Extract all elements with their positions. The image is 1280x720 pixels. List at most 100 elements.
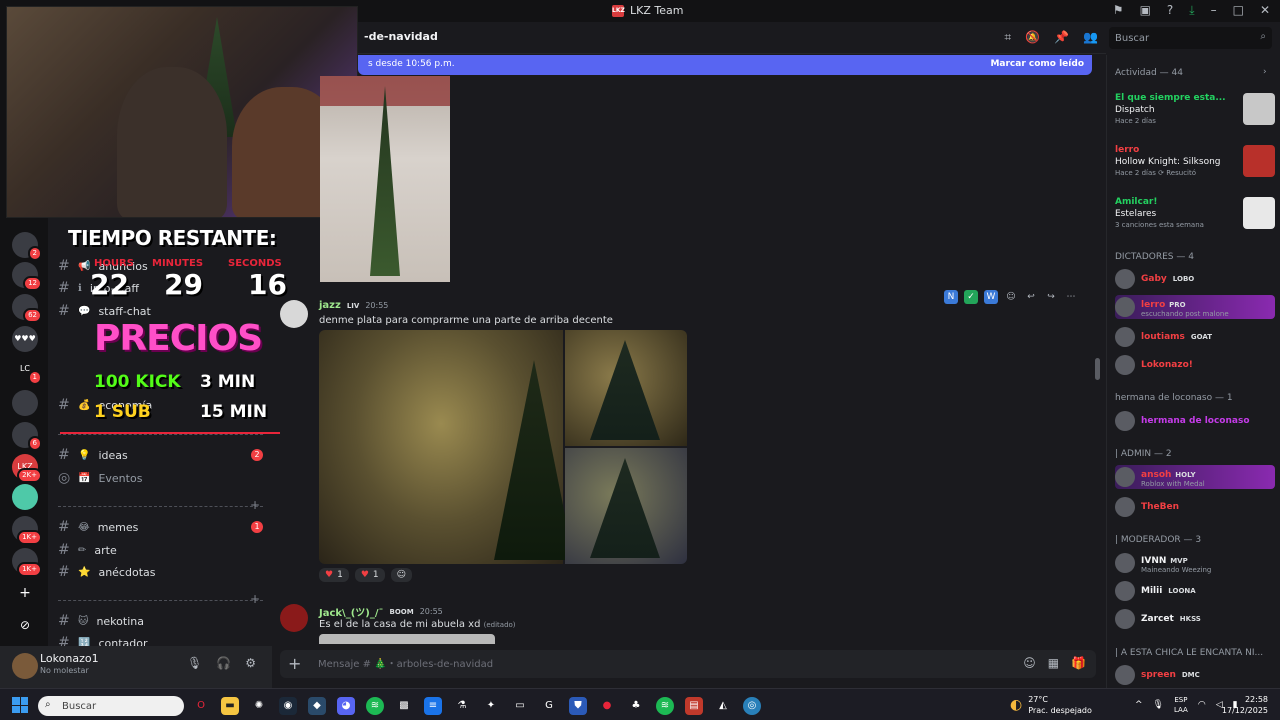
server-icon[interactable] [12, 484, 38, 510]
minimize-icon[interactable]: – [1211, 3, 1217, 18]
members-icon[interactable]: 👥 [1083, 30, 1098, 45]
scrollbar[interactable] [1095, 358, 1100, 380]
app-icon[interactable]: G [540, 697, 558, 715]
opera-icon[interactable]: O [192, 697, 210, 715]
forward-icon[interactable]: ↪ [1044, 290, 1058, 304]
close-icon[interactable]: ✕ [1260, 3, 1270, 18]
channel-item[interactable]: # ℹ info-staff [58, 280, 263, 296]
maximize-icon[interactable]: □ [1233, 3, 1244, 18]
spotify-icon[interactable]: ≋ [366, 697, 384, 715]
message-image[interactable] [319, 634, 495, 644]
message-author[interactable]: Jack\_(ツ)_/¯ [319, 604, 384, 619]
server-icon[interactable]: LKZ 2K+ [12, 454, 42, 483]
reaction-n-icon[interactable]: N [944, 290, 958, 304]
server-icon[interactable]: 1K+ [12, 516, 42, 545]
gift-icon[interactable]: 🎁 [1071, 656, 1086, 670]
add-server-icon[interactable]: + [12, 580, 38, 606]
gallery-image[interactable] [565, 330, 687, 446]
shield-icon[interactable]: ⛊ [569, 697, 587, 715]
channel-item[interactable]: ◎ 📅 Eventos [58, 470, 263, 486]
clock[interactable]: 22:58 17/12/2025 [1222, 694, 1268, 716]
flag-icon[interactable]: ⚑ [1113, 3, 1124, 18]
activity-card[interactable]: El que siempre esta... Dispatch Hace 2 d… [1115, 93, 1275, 137]
threads-icon[interactable]: ⌗ [1004, 30, 1011, 45]
server-icon[interactable]: 6 [12, 422, 42, 451]
chatgpt-icon[interactable]: ✺ [250, 697, 268, 715]
app-icon[interactable]: ◎ [743, 697, 761, 715]
help-icon[interactable]: ? [1167, 3, 1173, 18]
search-input[interactable] [1109, 27, 1272, 49]
channel-item[interactable]: # ⭐ anécdotas [58, 564, 263, 580]
server-icon[interactable]: ♥♥♥ [12, 326, 38, 352]
message-input[interactable] [318, 650, 918, 678]
member-item[interactable]: ansoh HOLY Roblox with Medal [1115, 465, 1275, 489]
channel-item[interactable]: # 💬 staff-chat [58, 303, 263, 319]
app-icon[interactable]: ● [598, 697, 616, 715]
apps-icon[interactable]: ▦ [1048, 656, 1059, 670]
server-icon[interactable]: 1K+ [12, 548, 42, 577]
language-indicator[interactable]: ESP LAA [1174, 695, 1188, 715]
channel-item[interactable]: # 💡 ideas 2 [58, 447, 263, 463]
app-icon[interactable]: ▤ [685, 697, 703, 715]
server-icon[interactable]: 62 [12, 294, 42, 323]
message-author[interactable]: jazz [319, 300, 341, 311]
avatar[interactable] [12, 653, 38, 679]
member-item[interactable]: loutiams GOAT [1115, 325, 1275, 349]
server-icon[interactable]: 2 [12, 232, 42, 261]
activity-card[interactable]: lerro Hollow Knight: Silksong Hace 2 día… [1115, 145, 1275, 189]
explore-icon[interactable]: ⊘ [12, 612, 38, 638]
search-box[interactable]: ⌕ [1109, 27, 1272, 49]
reaction-check-icon[interactable]: ✓ [964, 290, 978, 304]
reaction-heart[interactable]: ♥ 1 [354, 568, 385, 582]
server-icon[interactable]: 12 [12, 262, 42, 291]
channel-item[interactable]: # 😂 memes 1 [58, 519, 263, 535]
add-channel-icon[interactable]: + [250, 498, 260, 512]
steam-icon[interactable]: ◉ [279, 697, 297, 715]
member-item[interactable]: hermana de loconaso [1115, 409, 1275, 433]
mute-icon[interactable]: 🔕 [1025, 30, 1040, 45]
car-icon[interactable]: ▭ [511, 697, 529, 715]
reaction-w-icon[interactable]: W [984, 290, 998, 304]
microphone-icon[interactable]: 🎙 [187, 656, 202, 670]
discord-icon[interactable]: ◕ [337, 697, 355, 715]
inbox-icon[interactable]: ▣ [1140, 3, 1151, 18]
member-item[interactable]: Zarcet HKSS [1115, 607, 1275, 631]
taskbar-search[interactable]: ⌕ [38, 696, 184, 716]
channel-item[interactable]: # ✏ arte [58, 542, 263, 558]
gear-icon[interactable]: ⚙ [245, 656, 256, 670]
add-reaction-icon[interactable]: ☺ [1004, 290, 1018, 304]
member-item[interactable]: Lokonazo! [1115, 353, 1275, 377]
gallery-image[interactable] [565, 448, 687, 564]
app-icon[interactable]: ♣ [627, 697, 645, 715]
server-icon[interactable] [12, 390, 38, 416]
avatar[interactable] [280, 300, 308, 328]
emoji-icon[interactable]: ☺ [1023, 656, 1036, 670]
chevron-up-icon[interactable]: ^ [1135, 700, 1143, 710]
activity-card[interactable]: Amilcar! Estelares 3 canciones esta sema… [1115, 197, 1275, 241]
server-icon[interactable]: LC 1 [12, 356, 42, 385]
mark-read-button[interactable]: Marcar como leído [990, 59, 1084, 69]
member-item[interactable]: Milii LOONA [1115, 579, 1275, 603]
spotify-icon[interactable]: ≋ [656, 697, 674, 715]
taskbar-search-input[interactable] [38, 696, 184, 716]
member-item[interactable]: IVNN MVP Maineando Weezing [1115, 551, 1275, 575]
attach-icon[interactable]: + [288, 654, 301, 673]
app-icon[interactable]: ✦ [482, 697, 500, 715]
add-reaction-button[interactable]: ☺ [390, 568, 413, 582]
member-item[interactable]: Gaby LOBO [1115, 267, 1275, 291]
pin-icon[interactable]: 📌 [1054, 30, 1069, 45]
reply-icon[interactable]: ↩ [1024, 290, 1038, 304]
member-item[interactable]: spreen DMC [1115, 663, 1275, 687]
member-item[interactable]: lerro PRO escuchando post malone [1115, 295, 1275, 319]
new-messages-bar[interactable]: s desde 10:56 p.m. Marcar como leído [358, 55, 1092, 75]
avatar[interactable] [280, 604, 308, 632]
gallery-image[interactable] [319, 330, 574, 564]
user-name[interactable]: Lokonazo1 [40, 652, 99, 665]
app-icon[interactable]: ◭ [714, 697, 732, 715]
app-icon[interactable]: ◆ [308, 697, 326, 715]
wifi-icon[interactable]: ◠ [1198, 700, 1206, 710]
channel-item[interactable]: # 🐱 nekotina [58, 613, 263, 629]
headphones-icon[interactable]: 🎧 [216, 656, 231, 670]
folder-icon[interactable]: ▬ [221, 697, 239, 715]
message-image[interactable] [320, 76, 450, 282]
